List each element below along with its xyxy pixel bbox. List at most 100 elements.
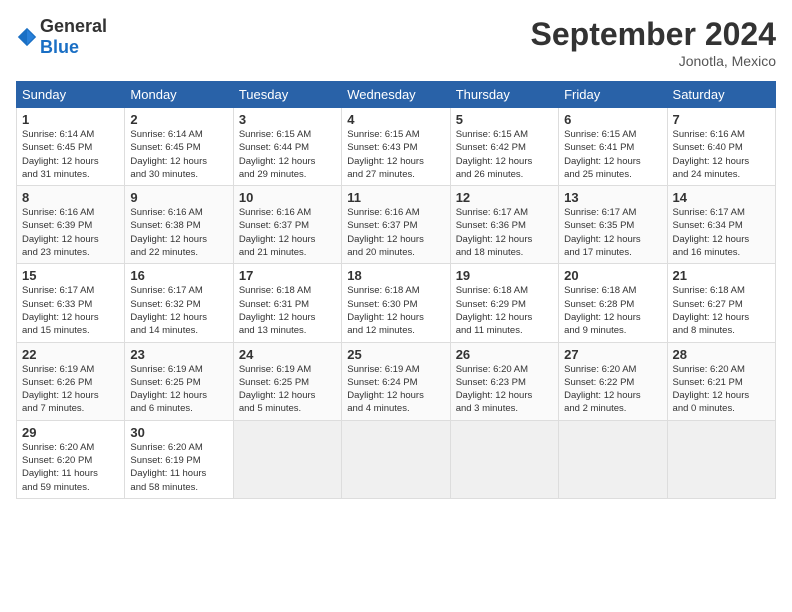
calendar-cell: 25Sunrise: 6:19 AMSunset: 6:24 PMDayligh… xyxy=(342,342,450,420)
day-info: Sunrise: 6:16 AMSunset: 6:39 PMDaylight:… xyxy=(22,206,119,259)
day-number: 1 xyxy=(22,112,119,127)
day-info: Sunrise: 6:16 AMSunset: 6:37 PMDaylight:… xyxy=(347,206,444,259)
main-container: General Blue September 2024 Jonotla, Mex… xyxy=(0,0,792,507)
calendar-cell: 9Sunrise: 6:16 AMSunset: 6:38 PMDaylight… xyxy=(125,186,233,264)
calendar-cell: 20Sunrise: 6:18 AMSunset: 6:28 PMDayligh… xyxy=(559,264,667,342)
calendar-cell: 28Sunrise: 6:20 AMSunset: 6:21 PMDayligh… xyxy=(667,342,775,420)
day-info: Sunrise: 6:19 AMSunset: 6:26 PMDaylight:… xyxy=(22,363,119,416)
day-info: Sunrise: 6:18 AMSunset: 6:27 PMDaylight:… xyxy=(673,284,770,337)
calendar-cell: 27Sunrise: 6:20 AMSunset: 6:22 PMDayligh… xyxy=(559,342,667,420)
col-saturday: Saturday xyxy=(667,82,775,108)
calendar-cell: 16Sunrise: 6:17 AMSunset: 6:32 PMDayligh… xyxy=(125,264,233,342)
calendar-cell: 13Sunrise: 6:17 AMSunset: 6:35 PMDayligh… xyxy=(559,186,667,264)
day-number: 23 xyxy=(130,347,227,362)
day-number: 24 xyxy=(239,347,336,362)
logo-blue-text: Blue xyxy=(40,37,79,57)
day-number: 7 xyxy=(673,112,770,127)
day-number: 29 xyxy=(22,425,119,440)
day-number: 20 xyxy=(564,268,661,283)
day-number: 11 xyxy=(347,190,444,205)
day-info: Sunrise: 6:16 AMSunset: 6:38 PMDaylight:… xyxy=(130,206,227,259)
day-info: Sunrise: 6:18 AMSunset: 6:29 PMDaylight:… xyxy=(456,284,553,337)
day-number: 5 xyxy=(456,112,553,127)
header: General Blue September 2024 Jonotla, Mex… xyxy=(16,16,776,69)
calendar-cell xyxy=(342,420,450,498)
day-info: Sunrise: 6:20 AMSunset: 6:21 PMDaylight:… xyxy=(673,363,770,416)
day-info: Sunrise: 6:18 AMSunset: 6:31 PMDaylight:… xyxy=(239,284,336,337)
calendar-row-2: 8Sunrise: 6:16 AMSunset: 6:39 PMDaylight… xyxy=(17,186,776,264)
calendar-cell: 6Sunrise: 6:15 AMSunset: 6:41 PMDaylight… xyxy=(559,108,667,186)
day-number: 6 xyxy=(564,112,661,127)
calendar-cell: 11Sunrise: 6:16 AMSunset: 6:37 PMDayligh… xyxy=(342,186,450,264)
calendar-cell: 22Sunrise: 6:19 AMSunset: 6:26 PMDayligh… xyxy=(17,342,125,420)
calendar-cell: 24Sunrise: 6:19 AMSunset: 6:25 PMDayligh… xyxy=(233,342,341,420)
month-title: September 2024 xyxy=(531,16,776,53)
calendar-cell: 26Sunrise: 6:20 AMSunset: 6:23 PMDayligh… xyxy=(450,342,558,420)
day-number: 21 xyxy=(673,268,770,283)
calendar-cell xyxy=(233,420,341,498)
day-number: 27 xyxy=(564,347,661,362)
calendar-row-5: 29Sunrise: 6:20 AMSunset: 6:20 PMDayligh… xyxy=(17,420,776,498)
day-number: 2 xyxy=(130,112,227,127)
day-info: Sunrise: 6:17 AMSunset: 6:32 PMDaylight:… xyxy=(130,284,227,337)
col-friday: Friday xyxy=(559,82,667,108)
day-number: 17 xyxy=(239,268,336,283)
day-number: 30 xyxy=(130,425,227,440)
calendar-cell: 10Sunrise: 6:16 AMSunset: 6:37 PMDayligh… xyxy=(233,186,341,264)
calendar-cell: 5Sunrise: 6:15 AMSunset: 6:42 PMDaylight… xyxy=(450,108,558,186)
logo-general-text: General xyxy=(40,16,107,36)
day-info: Sunrise: 6:15 AMSunset: 6:43 PMDaylight:… xyxy=(347,128,444,181)
calendar-cell: 4Sunrise: 6:15 AMSunset: 6:43 PMDaylight… xyxy=(342,108,450,186)
calendar-cell: 21Sunrise: 6:18 AMSunset: 6:27 PMDayligh… xyxy=(667,264,775,342)
day-number: 9 xyxy=(130,190,227,205)
day-number: 26 xyxy=(456,347,553,362)
day-info: Sunrise: 6:18 AMSunset: 6:30 PMDaylight:… xyxy=(347,284,444,337)
day-info: Sunrise: 6:16 AMSunset: 6:40 PMDaylight:… xyxy=(673,128,770,181)
calendar-cell xyxy=(450,420,558,498)
logo: General Blue xyxy=(16,16,107,58)
day-info: Sunrise: 6:17 AMSunset: 6:35 PMDaylight:… xyxy=(564,206,661,259)
col-tuesday: Tuesday xyxy=(233,82,341,108)
day-number: 10 xyxy=(239,190,336,205)
day-info: Sunrise: 6:14 AMSunset: 6:45 PMDaylight:… xyxy=(22,128,119,181)
day-number: 12 xyxy=(456,190,553,205)
day-number: 3 xyxy=(239,112,336,127)
calendar-cell: 14Sunrise: 6:17 AMSunset: 6:34 PMDayligh… xyxy=(667,186,775,264)
day-info: Sunrise: 6:18 AMSunset: 6:28 PMDaylight:… xyxy=(564,284,661,337)
day-info: Sunrise: 6:20 AMSunset: 6:23 PMDaylight:… xyxy=(456,363,553,416)
day-number: 4 xyxy=(347,112,444,127)
calendar-cell: 18Sunrise: 6:18 AMSunset: 6:30 PMDayligh… xyxy=(342,264,450,342)
day-number: 25 xyxy=(347,347,444,362)
calendar-cell xyxy=(559,420,667,498)
calendar-cell: 8Sunrise: 6:16 AMSunset: 6:39 PMDaylight… xyxy=(17,186,125,264)
title-section: September 2024 Jonotla, Mexico xyxy=(531,16,776,69)
day-number: 13 xyxy=(564,190,661,205)
calendar-cell: 19Sunrise: 6:18 AMSunset: 6:29 PMDayligh… xyxy=(450,264,558,342)
calendar-cell: 15Sunrise: 6:17 AMSunset: 6:33 PMDayligh… xyxy=(17,264,125,342)
col-monday: Monday xyxy=(125,82,233,108)
day-info: Sunrise: 6:19 AMSunset: 6:25 PMDaylight:… xyxy=(130,363,227,416)
header-row: Sunday Monday Tuesday Wednesday Thursday… xyxy=(17,82,776,108)
calendar-cell: 2Sunrise: 6:14 AMSunset: 6:45 PMDaylight… xyxy=(125,108,233,186)
calendar-row-4: 22Sunrise: 6:19 AMSunset: 6:26 PMDayligh… xyxy=(17,342,776,420)
calendar-cell: 23Sunrise: 6:19 AMSunset: 6:25 PMDayligh… xyxy=(125,342,233,420)
day-number: 18 xyxy=(347,268,444,283)
day-number: 8 xyxy=(22,190,119,205)
day-number: 15 xyxy=(22,268,119,283)
day-info: Sunrise: 6:19 AMSunset: 6:25 PMDaylight:… xyxy=(239,363,336,416)
day-info: Sunrise: 6:17 AMSunset: 6:33 PMDaylight:… xyxy=(22,284,119,337)
day-info: Sunrise: 6:16 AMSunset: 6:37 PMDaylight:… xyxy=(239,206,336,259)
day-info: Sunrise: 6:20 AMSunset: 6:22 PMDaylight:… xyxy=(564,363,661,416)
calendar-cell: 7Sunrise: 6:16 AMSunset: 6:40 PMDaylight… xyxy=(667,108,775,186)
day-info: Sunrise: 6:14 AMSunset: 6:45 PMDaylight:… xyxy=(130,128,227,181)
day-info: Sunrise: 6:15 AMSunset: 6:42 PMDaylight:… xyxy=(456,128,553,181)
calendar-table: Sunday Monday Tuesday Wednesday Thursday… xyxy=(16,81,776,499)
calendar-row-3: 15Sunrise: 6:17 AMSunset: 6:33 PMDayligh… xyxy=(17,264,776,342)
day-number: 14 xyxy=(673,190,770,205)
calendar-row-1: 1Sunrise: 6:14 AMSunset: 6:45 PMDaylight… xyxy=(17,108,776,186)
day-info: Sunrise: 6:15 AMSunset: 6:44 PMDaylight:… xyxy=(239,128,336,181)
calendar-cell xyxy=(667,420,775,498)
day-number: 28 xyxy=(673,347,770,362)
col-wednesday: Wednesday xyxy=(342,82,450,108)
logo-icon xyxy=(16,26,38,48)
